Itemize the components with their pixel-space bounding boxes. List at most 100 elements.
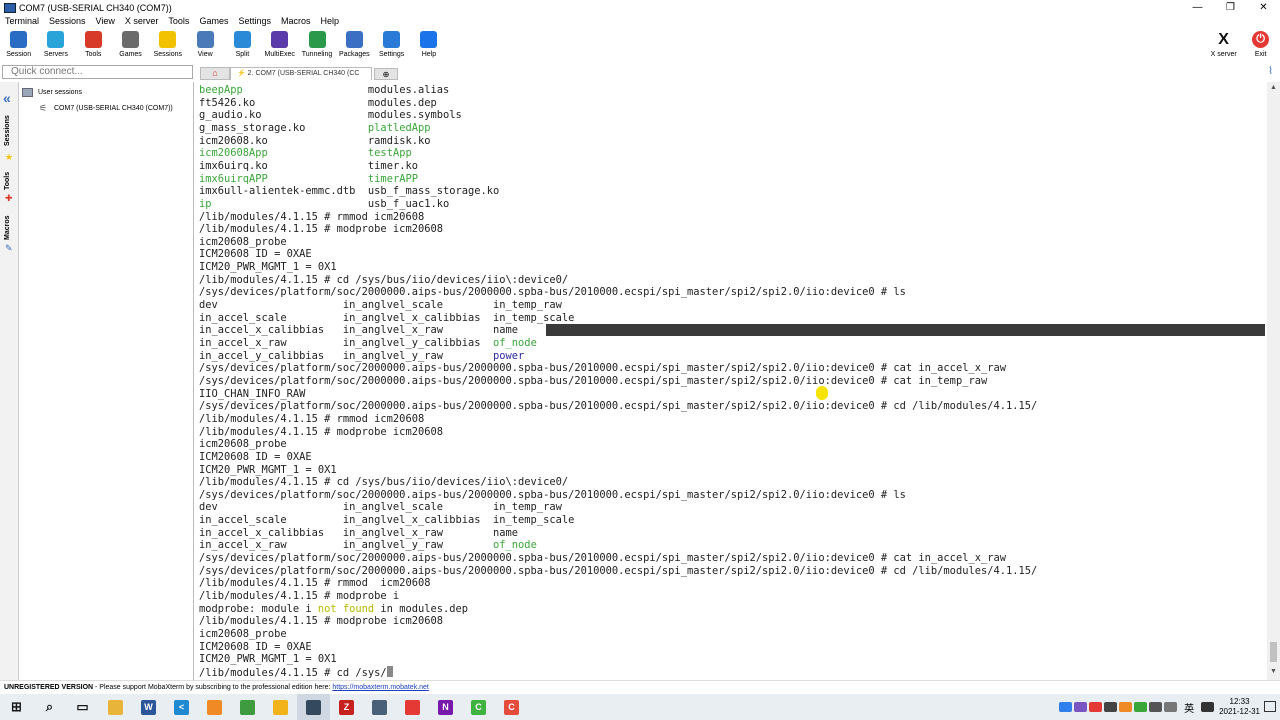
close-button[interactable]: ✕ [1247, 0, 1280, 15]
taskbar-app-vscode[interactable]: < [165, 694, 198, 720]
network-icon[interactable] [1164, 702, 1178, 712]
toolbar-button-settings[interactable]: Settings [373, 29, 410, 58]
terminal-text: icm20608_probe [199, 627, 287, 640]
terminal-output[interactable]: beepApp modules.alias ft5426.ko modules.d… [196, 82, 1267, 680]
input-method-indicator[interactable]: 英 [1184, 700, 1194, 715]
terminal-line: icm20608_probe [199, 438, 287, 451]
toolbar-button-label: View [197, 51, 213, 58]
terminal-line: /lib/modules/4.1.15 # cd /sys/bus/iio/de… [199, 476, 568, 489]
terminal-text: ramdisk.ko [367, 134, 431, 147]
terminal-text: dev in_anglvel_scale in_temp_raw [199, 501, 562, 514]
taskbar-app-onenote[interactable]: N [429, 694, 462, 720]
menu-games[interactable]: Games [194, 15, 233, 28]
taskbar-app-c-app[interactable]: C [462, 694, 495, 720]
toolbar-button-label: Sessions [153, 51, 183, 58]
toolbar-button-split[interactable]: Split [224, 29, 261, 58]
minimize-button[interactable]: — [1181, 0, 1214, 15]
notification-icon[interactable] [1264, 701, 1276, 712]
toolbar-button-games[interactable]: Games [112, 29, 149, 58]
toolbar-button-sessions[interactable]: Sessions [149, 29, 186, 58]
window-title: COM7 (USB-SERIAL CH340 (COM7)) [19, 2, 172, 13]
window-titlebar: COM7 (USB-SERIAL CH340 (COM7)) — ❐ ✕ [0, 0, 1280, 15]
taskbar-app-task-view[interactable]: ▭ [66, 694, 99, 720]
keyboard-icon[interactable] [1201, 702, 1215, 712]
taskbar-app-calculator[interactable] [363, 694, 396, 720]
status-message: - Please support MobaXterm by subscribin… [93, 684, 333, 691]
attach-icon[interactable]: ⌇ [1268, 66, 1273, 77]
search-icon: ⌕ [45, 699, 54, 714]
tray-app-icon[interactable] [1119, 702, 1133, 712]
scroll-up-icon[interactable]: ▲ [1267, 84, 1280, 91]
status-bar: UNREGISTERED VERSION - Please support Mo… [0, 680, 1280, 693]
terminal-line: /lib/modules/4.1.15 # rmmod icm20608 [199, 577, 430, 590]
terminal-line: in_accel_x_calibbias in_anglvel_x_raw na… [199, 527, 518, 540]
xserver-icon: X [1215, 31, 1233, 48]
subscribe-link[interactable]: https://mobaxterm.mobatek.net [332, 684, 429, 691]
home-tab[interactable]: ⌂ [200, 67, 230, 80]
terminal-text: in_accel_y_calibbias in_anglvel_y_raw [199, 349, 494, 362]
tray-app-icon[interactable] [1089, 702, 1103, 712]
vertical-tab-sessions[interactable]: Sessions [4, 115, 11, 146]
terminal-line: beepApp modules.alias [199, 84, 449, 97]
taskbar-app-filezilla[interactable]: Z [330, 694, 363, 720]
taskbar-app-red-app[interactable] [396, 694, 429, 720]
toolbar-button-help[interactable]: Help [410, 29, 447, 58]
tray-app-icon[interactable] [1134, 702, 1148, 712]
tray-app-icon[interactable] [1104, 702, 1118, 712]
quick-connect-input[interactable]: Quick connect... [2, 65, 193, 79]
taskbar-app-search[interactable]: ⌕ [33, 694, 66, 720]
menu-terminal[interactable]: Terminal [0, 15, 44, 28]
taskbar-app-folder-app[interactable] [264, 694, 297, 720]
collapse-sidebar-icon[interactable]: « [3, 90, 11, 106]
system-clock[interactable]: 12:33 2021-12-31 [1219, 697, 1260, 717]
menu-xserver[interactable]: X server [120, 15, 164, 28]
taskbar-app-orange-app[interactable] [198, 694, 231, 720]
exit-button[interactable]: ⏻ Exit [1242, 29, 1279, 58]
scrollbar-thumb[interactable] [1270, 642, 1277, 662]
toolbar-button-servers[interactable]: Servers [37, 29, 74, 58]
taskbar-app-green-doc[interactable] [231, 694, 264, 720]
tab-com7-label: 2. COM7 (USB-SERIAL CH340 (CC [247, 70, 360, 77]
maximize-button[interactable]: ❐ [1214, 0, 1247, 15]
menu-tools[interactable]: Tools [163, 15, 194, 28]
taskbar-app-file-explorer[interactable] [99, 694, 132, 720]
toolbar-button-view[interactable]: View [186, 29, 223, 58]
menu-settings[interactable]: Settings [233, 15, 276, 28]
tools-icon: ✚ [5, 193, 13, 203]
scroll-down-icon[interactable]: ▼ [1267, 668, 1280, 675]
menu-help[interactable]: Help [316, 15, 345, 28]
menu-view[interactable]: View [91, 15, 120, 28]
vertical-tab-macros[interactable]: Macros [4, 215, 11, 240]
terminal-scrollbar[interactable]: ▲ ▼ [1267, 82, 1280, 680]
system-tray: 英 12:33 2021-12-31 [1058, 694, 1260, 720]
session-item-com7[interactable]: ⚟ COM7 (USB-SERIAL CH340 (COM7)) [39, 103, 173, 113]
volume-icon[interactable] [1149, 702, 1163, 712]
folder-app-icon [273, 699, 288, 715]
terminal-line: ICM20608 ID = 0XAE [199, 641, 312, 654]
menu-sessions[interactable]: Sessions [44, 15, 91, 28]
taskbar-app-start[interactable]: ⊞ [0, 694, 33, 720]
taskbar-app-clion[interactable]: C [495, 694, 528, 720]
new-tab-button[interactable]: ⊕ [374, 68, 398, 80]
vertical-tab-tools[interactable]: Tools [4, 172, 11, 190]
toolbar-button-tools[interactable]: Tools [75, 29, 112, 58]
user-sessions-folder[interactable]: User sessions [22, 88, 82, 97]
toolbar-button-label: Split [235, 51, 250, 58]
tray-app-icon[interactable] [1059, 702, 1073, 712]
toolbar-button-multiexec[interactable]: MultiExec [261, 29, 298, 58]
terminal-line: in_accel_scale in_anglvel_x_calibbias in… [199, 514, 574, 527]
taskbar-app-mobaxterm[interactable] [297, 694, 330, 720]
tab-com7[interactable]: ⚡ 2. COM7 (USB-SERIAL CH340 (CC [230, 67, 372, 80]
toolbar-button-packages[interactable]: Packages [336, 29, 373, 58]
taskbar-app-word[interactable]: W [132, 694, 165, 720]
toolbar-button-tunneling[interactable]: Tunneling [298, 29, 335, 58]
xserver-button[interactable]: X X server [1205, 29, 1242, 59]
plug-icon: ⚡ [237, 70, 246, 77]
toolbar-button-session[interactable]: Session [0, 29, 37, 58]
tray-app-icon[interactable] [1074, 702, 1088, 712]
exit-label: Exit [1254, 51, 1267, 58]
terminal-line: /lib/modules/4.1.15 # rmmod icm20608 [199, 211, 424, 224]
menu-macros[interactable]: Macros [276, 15, 316, 28]
